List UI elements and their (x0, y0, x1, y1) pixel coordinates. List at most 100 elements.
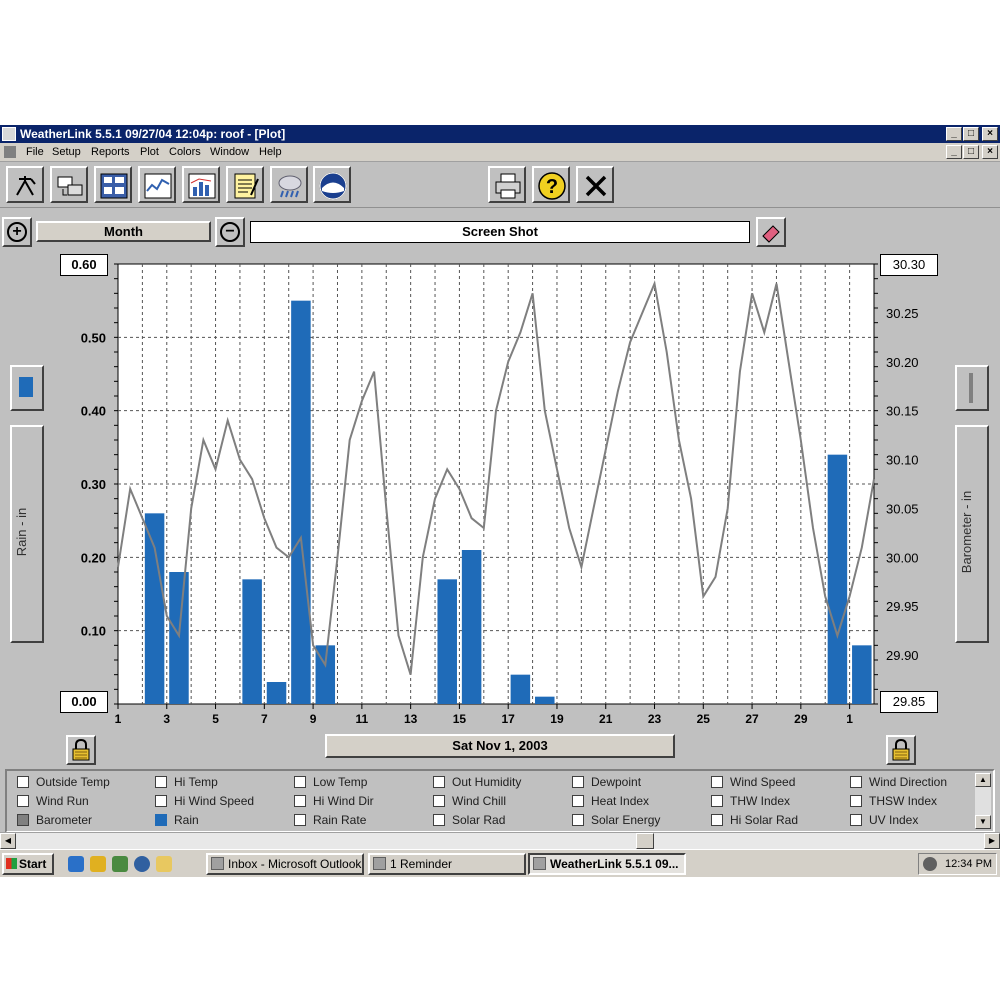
plot-button[interactable] (182, 166, 220, 203)
legend-checkbox[interactable] (711, 795, 723, 807)
menu-window[interactable]: Window (210, 146, 249, 158)
legend-checkbox[interactable] (17, 795, 29, 807)
task-reminder[interactable]: 1 Reminder (368, 853, 526, 875)
noaa-button[interactable] (313, 166, 351, 203)
period-button[interactable]: Month (36, 221, 211, 242)
legend-checkbox[interactable] (572, 776, 584, 788)
menu-plot[interactable]: Plot (140, 146, 159, 158)
legend-item-wind-direction[interactable]: Wind Direction (850, 775, 947, 793)
tray-status-icon[interactable] (923, 857, 937, 871)
legend-item-solar-rad[interactable]: Solar Rad (433, 813, 505, 831)
legend-checkbox[interactable] (850, 814, 862, 826)
close-plot-button[interactable] (576, 166, 614, 203)
legend-item-hi-wind-speed[interactable]: Hi Wind Speed (155, 794, 254, 812)
legend-checkbox[interactable] (155, 795, 167, 807)
legend-checkbox[interactable] (711, 814, 723, 826)
scroll-down-icon[interactable]: ▼ (975, 815, 991, 829)
title-bar[interactable]: WeatherLink 5.5.1 09/27/04 12:04p: roof … (0, 125, 1000, 143)
right-lock-button[interactable] (886, 735, 916, 765)
legend-item-heat-index[interactable]: Heat Index (572, 794, 649, 812)
desktop-icon[interactable] (112, 856, 128, 872)
right-axis-min[interactable]: 29.85 (880, 691, 938, 713)
minimize-button[interactable]: _ (946, 127, 962, 141)
outlook-icon[interactable] (90, 856, 106, 872)
legend-item-barometer[interactable]: Barometer (17, 813, 92, 831)
media-player-icon[interactable] (134, 856, 150, 872)
download-button[interactable] (50, 166, 88, 203)
help-button[interactable]: ? (532, 166, 570, 203)
legend-item-uv-index[interactable]: UV Index (850, 813, 918, 831)
plot-title-field[interactable]: Screen Shot (250, 221, 750, 243)
legend-checkbox[interactable] (850, 795, 862, 807)
weather-button[interactable] (270, 166, 308, 203)
menu-colors[interactable]: Colors (169, 146, 201, 158)
horizontal-scrollbar[interactable]: ◀ ▶ (0, 832, 1000, 849)
legend-checkbox[interactable] (17, 814, 29, 826)
scroll-right-icon[interactable]: ▶ (984, 833, 1000, 849)
print-button[interactable] (488, 166, 526, 203)
legend-item-hi-solar-rad[interactable]: Hi Solar Rad (711, 813, 798, 831)
strip-chart-button[interactable] (138, 166, 176, 203)
zoom-in-button[interactable]: + (2, 217, 32, 247)
task-weatherlink[interactable]: WeatherLink 5.5.1 09... (528, 853, 686, 875)
doc-close-button[interactable]: × (982, 145, 998, 159)
rain-color-button[interactable] (10, 365, 44, 411)
scroll-left-icon[interactable]: ◀ (0, 833, 16, 849)
scroll-up-icon[interactable]: ▲ (975, 773, 991, 787)
legend-checkbox[interactable] (17, 776, 29, 788)
right-axis-label-button[interactable]: Barometer - in (955, 425, 989, 643)
station-button[interactable] (6, 166, 44, 203)
menu-file[interactable]: File (26, 146, 44, 158)
document-icon[interactable] (4, 146, 16, 158)
legend-checkbox[interactable] (433, 776, 445, 788)
eraser-button[interactable] (756, 217, 786, 247)
legend-checkbox[interactable] (433, 814, 445, 826)
browser-icon[interactable] (68, 856, 84, 872)
legend-checkbox[interactable] (850, 776, 862, 788)
app-icon[interactable] (2, 127, 16, 141)
notes-button[interactable] (226, 166, 264, 203)
legend-item-rain[interactable]: Rain (155, 813, 199, 831)
legend-checkbox[interactable] (294, 795, 306, 807)
task-outlook[interactable]: Inbox - Microsoft Outlook (206, 853, 364, 875)
maximize-button[interactable]: □ (963, 127, 979, 141)
left-axis-min[interactable]: 0.00 (60, 691, 108, 713)
legend-checkbox[interactable] (433, 795, 445, 807)
legend-checkbox[interactable] (294, 776, 306, 788)
folder-icon[interactable] (156, 856, 172, 872)
date-button[interactable]: Sat Nov 1, 2003 (325, 734, 675, 758)
menu-setup[interactable]: Setup (52, 146, 81, 158)
left-axis-label-button[interactable]: Rain - in (10, 425, 44, 643)
bulletin-button[interactable] (94, 166, 132, 203)
left-axis-max[interactable]: 0.60 (60, 254, 108, 276)
start-button[interactable]: Start (2, 853, 54, 875)
left-lock-button[interactable] (66, 735, 96, 765)
zoom-out-button[interactable]: − (215, 217, 245, 247)
legend-checkbox[interactable] (572, 814, 584, 826)
legend-item-outside-temp[interactable]: Outside Temp (17, 775, 110, 793)
legend-item-rain-rate[interactable]: Rain Rate (294, 813, 366, 831)
legend-item-hi-wind-dir[interactable]: Hi Wind Dir (294, 794, 374, 812)
legend-scrollbar[interactable]: ▲ ▼ (975, 773, 991, 829)
menu-help[interactable]: Help (259, 146, 282, 158)
legend-checkbox[interactable] (155, 776, 167, 788)
legend-item-solar-energy[interactable]: Solar Energy (572, 813, 660, 831)
legend-item-wind-run[interactable]: Wind Run (17, 794, 89, 812)
legend-item-dewpoint[interactable]: Dewpoint (572, 775, 641, 793)
legend-checkbox[interactable] (155, 814, 167, 826)
legend-item-thw-index[interactable]: THW Index (711, 794, 790, 812)
legend-item-out-humidity[interactable]: Out Humidity (433, 775, 521, 793)
close-window-button[interactable]: × (982, 127, 998, 141)
legend-item-wind-speed[interactable]: Wind Speed (711, 775, 795, 793)
legend-checkbox[interactable] (711, 776, 723, 788)
legend-checkbox[interactable] (572, 795, 584, 807)
legend-item-hi-temp[interactable]: Hi Temp (155, 775, 218, 793)
doc-minimize-button[interactable]: _ (946, 145, 962, 159)
doc-restore-button[interactable]: □ (963, 145, 979, 159)
scroll-thumb[interactable] (636, 833, 654, 849)
right-axis-max[interactable]: 30.30 (880, 254, 938, 276)
legend-item-wind-chill[interactable]: Wind Chill (433, 794, 506, 812)
legend-checkbox[interactable] (294, 814, 306, 826)
barometer-style-button[interactable] (955, 365, 989, 411)
menu-reports[interactable]: Reports (91, 146, 130, 158)
